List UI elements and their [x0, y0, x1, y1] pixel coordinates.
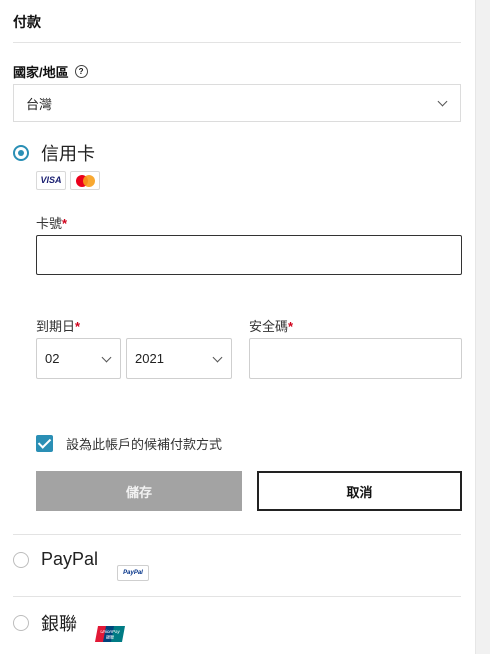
- credit-card-radio[interactable]: [13, 145, 29, 161]
- chevron-down-icon: [437, 96, 448, 107]
- backup-payment-checkbox-row[interactable]: 設為此帳戶的候補付款方式: [36, 434, 222, 453]
- credit-card-label: 信用卡: [41, 144, 95, 164]
- svg-text:UnionPay: UnionPay: [100, 629, 120, 634]
- svg-text:銀聯: 銀聯: [106, 634, 114, 640]
- mastercard-logo-icon: [70, 171, 100, 190]
- paypal-radio[interactable]: [13, 551, 29, 568]
- country-value: 台灣: [26, 96, 53, 112]
- unionpay-option[interactable]: 銀聯: [13, 610, 77, 636]
- cvv-label: 安全碼*: [249, 316, 293, 335]
- visa-logo-icon: VISA: [36, 171, 66, 190]
- country-label: 國家/地區 ?: [13, 62, 88, 81]
- country-label-text: 國家/地區: [13, 65, 69, 80]
- card-number-label-text: 卡號: [36, 216, 63, 231]
- backup-payment-checkbox[interactable]: [36, 435, 53, 452]
- expiry-year-value: 2021: [135, 351, 164, 366]
- chevron-down-icon: [212, 352, 223, 362]
- unionpay-radio[interactable]: [13, 615, 29, 631]
- unionpay-label: 銀聯: [41, 614, 77, 634]
- country-select[interactable]: 台灣: [13, 84, 461, 122]
- cvv-label-text: 安全碼: [249, 319, 289, 334]
- divider: [13, 534, 461, 535]
- paypal-option[interactable]: PayPal: [13, 549, 98, 570]
- cancel-button[interactable]: 取消: [257, 471, 462, 511]
- card-number-label: 卡號*: [36, 213, 67, 232]
- help-icon[interactable]: ?: [74, 65, 88, 78]
- expiry-label-text: 到期日: [36, 319, 76, 334]
- divider: [13, 42, 461, 43]
- card-logos: VISA: [36, 171, 100, 190]
- cvv-input[interactable]: [249, 338, 462, 379]
- paypal-label: PayPal: [41, 549, 99, 569]
- expiry-month-select[interactable]: 02: [36, 338, 121, 379]
- section-title: 付款: [13, 14, 41, 30]
- backup-payment-label: 設為此帳戶的候補付款方式: [66, 437, 223, 452]
- save-button[interactable]: 儲存: [36, 471, 242, 511]
- paypal-logo-icon: PayPal: [117, 565, 149, 581]
- scrollbar[interactable]: [475, 0, 490, 654]
- required-marker: *: [288, 319, 294, 334]
- unionpay-logo-icon: UnionPay 銀聯: [95, 626, 125, 642]
- credit-card-option[interactable]: 信用卡: [13, 140, 95, 166]
- divider: [13, 596, 461, 597]
- expiry-year-select[interactable]: 2021: [126, 338, 232, 379]
- card-number-input[interactable]: [36, 235, 462, 275]
- required-marker: *: [75, 319, 81, 334]
- expiry-label: 到期日*: [36, 316, 80, 335]
- payment-panel: 付款 國家/地區 ? 台灣 信用卡 VISA 卡號* 到期日* 安全碼* 02 …: [0, 0, 476, 654]
- chevron-down-icon: [101, 352, 112, 362]
- required-marker: *: [62, 216, 68, 231]
- expiry-month-value: 02: [45, 351, 60, 366]
